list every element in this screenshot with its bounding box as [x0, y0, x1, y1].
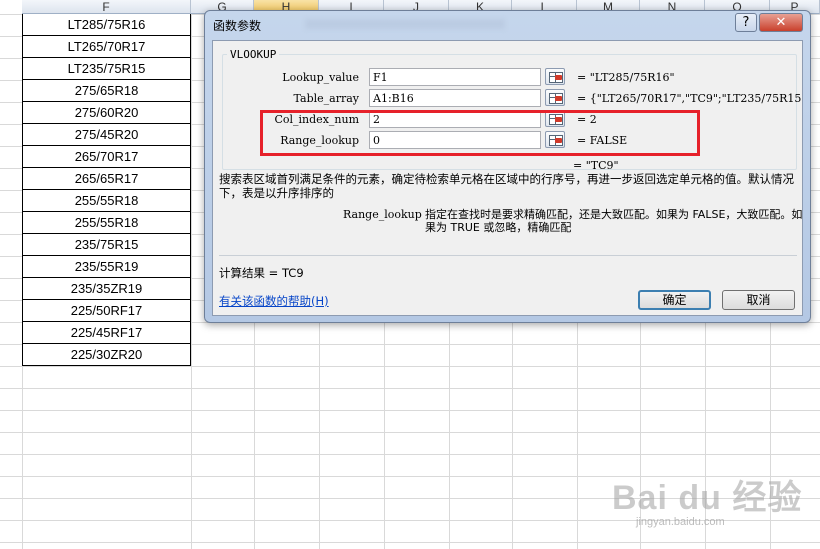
blurred-background-title [305, 19, 505, 29]
lookup-value-collapse-button[interactable] [545, 68, 565, 85]
ok-button[interactable]: 确定 [638, 290, 711, 310]
close-button[interactable]: ✕ [759, 13, 803, 32]
table-array-collapse-button[interactable] [545, 89, 565, 106]
argument-help-name: Range_lookup [343, 208, 422, 221]
cell-f11[interactable]: 235/75R15 [22, 234, 191, 256]
table-array-label: Table_array [293, 92, 359, 105]
cell-f7[interactable]: 265/70R17 [22, 146, 191, 168]
column-header-f[interactable]: F [22, 0, 191, 14]
cell-f5[interactable]: 275/60R20 [22, 102, 191, 124]
lookup-value-result: = "LT285/75R16" [577, 71, 675, 84]
grid-vline [191, 14, 192, 549]
cancel-button[interactable]: 取消 [722, 290, 795, 310]
watermark-url: jingyan.baidu.com [636, 516, 725, 528]
cell-f3[interactable]: LT235/75R15 [22, 58, 191, 80]
cell-f13[interactable]: 235/35ZR19 [22, 278, 191, 300]
dialog-body: VLOOKUP Lookup_value F1 = "LT285/75R16" … [212, 40, 803, 316]
cell-f9[interactable]: 255/55R18 [22, 190, 191, 212]
cell-f8[interactable]: 265/65R17 [22, 168, 191, 190]
table-array-result: = {"LT265/70R17","TC9";"LT235/75R15 [577, 92, 802, 105]
divider [219, 255, 797, 256]
red-highlight-box [260, 110, 700, 156]
function-description: 搜索表区域首列满足条件的元素，确定待检索单元格在区域中的行序号，再进一步返回选定… [219, 172, 794, 200]
cell-f15[interactable]: 225/45RF17 [22, 322, 191, 344]
baidu-jingyan-watermark: Bai du 经验 [612, 479, 803, 517]
lookup-value-input[interactable]: F1 [369, 68, 541, 86]
cell-f10[interactable]: 255/55R18 [22, 212, 191, 234]
table-array-input[interactable]: A1:B16 [369, 89, 541, 107]
function-help-link[interactable]: 有关该函数的帮助(H) [219, 293, 329, 309]
cell-f14[interactable]: 225/50RF17 [22, 300, 191, 322]
argument-help-text: 指定在查找时是要求精确匹配，还是大致匹配。如果为 FALSE，大致匹配。如果为 … [425, 208, 803, 234]
dialog-title: 函数参数 [213, 19, 262, 33]
cell-f4[interactable]: 275/65R18 [22, 80, 191, 102]
lookup-value-label: Lookup_value [282, 71, 359, 84]
cell-f6[interactable]: 275/45R20 [22, 124, 191, 146]
dialog-titlebar[interactable]: 函数参数 ? ✕ [205, 11, 810, 39]
calculation-result: 计算结果 = TC9 [219, 266, 304, 280]
function-arguments-dialog: 函数参数 ? ✕ VLOOKUP Lookup_value F1 = "LT28… [204, 10, 811, 323]
cell-f12[interactable]: 235/55R19 [22, 256, 191, 278]
cell-f16[interactable]: 225/30ZR20 [22, 344, 191, 366]
help-button[interactable]: ? [735, 13, 757, 32]
column-f-cells: LT285/75R16 LT265/70R17 LT235/75R15 275/… [22, 14, 191, 366]
cell-f1[interactable]: LT285/75R16 [22, 14, 191, 36]
range-select-arrow-icon [555, 75, 562, 80]
formula-result-preview: = "TC9" [573, 159, 619, 172]
range-select-arrow-icon [555, 96, 562, 101]
function-name: VLOOKUP [227, 48, 280, 61]
cell-f2[interactable]: LT265/70R17 [22, 36, 191, 58]
